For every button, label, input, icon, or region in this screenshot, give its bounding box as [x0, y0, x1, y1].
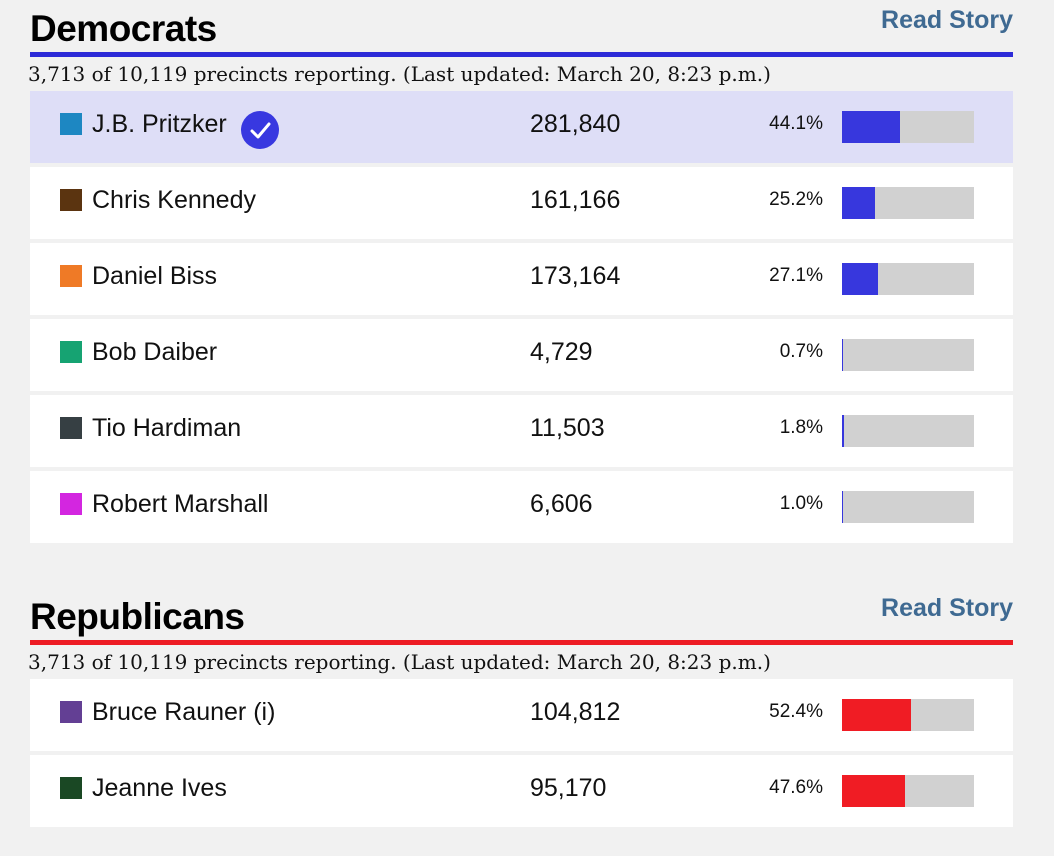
candidate-row: Bruce Rauner (i) 104,812 52.4% [30, 679, 1013, 751]
candidate-percent: 47.6% [769, 777, 823, 798]
read-story-link[interactable]: Read Story [881, 6, 1013, 35]
vote-share-bar [842, 187, 974, 219]
candidate-row: Bob Daiber 4,729 0.7% [30, 319, 1013, 391]
candidate-list: Bruce Rauner (i) 104,812 52.4% Jeanne Ives 9… [30, 679, 1013, 827]
candidate-color-swatch [60, 189, 82, 211]
section-title: Republicans [30, 596, 245, 637]
vote-share-bar [842, 491, 974, 523]
candidate-name: Bob Daiber [92, 338, 218, 366]
candidate-votes: 173,164 [530, 262, 621, 290]
candidate-name: J.B. Pritzker [92, 110, 227, 138]
vote-share-bar-fill [842, 339, 843, 371]
vote-share-bar [842, 415, 974, 447]
candidate-row: Jeanne Ives 95,170 47.6% [30, 755, 1013, 827]
candidate-percent: 52.4% [769, 701, 823, 722]
candidate-percent: 1.0% [779, 493, 823, 514]
candidate-row: Tio Hardiman 11,503 1.8% [30, 395, 1013, 467]
candidate-votes: 95,170 [530, 774, 607, 802]
candidate-percent: 1.8% [779, 417, 823, 438]
candidate-percent: 0.7% [779, 341, 823, 362]
vote-share-bar [842, 263, 974, 295]
vote-share-bar-fill [842, 111, 900, 143]
candidate-votes: 6,606 [530, 490, 593, 518]
section-header: Republicans Read Story [30, 588, 1013, 640]
candidate-percent: 27.1% [769, 265, 823, 286]
candidate-row: Chris Kennedy 161,166 25.2% [30, 167, 1013, 239]
candidate-votes: 281,840 [530, 110, 621, 138]
vote-share-bar [842, 775, 974, 807]
candidate-color-swatch [60, 777, 82, 799]
read-story-link[interactable]: Read Story [881, 594, 1013, 623]
candidate-color-swatch [60, 113, 82, 135]
candidate-votes: 11,503 [530, 414, 605, 442]
republicans-section: Republicans Read Story 3,713 of 10,119 p… [28, 588, 1013, 831]
candidate-color-swatch [60, 341, 82, 363]
vote-share-bar-fill [842, 187, 875, 219]
checkmark-icon [241, 111, 279, 149]
candidate-row: J.B. Pritzker 281,840 44.1% [30, 91, 1013, 163]
candidate-row: Robert Marshall 6,606 1.0% [30, 471, 1013, 543]
candidate-color-swatch [60, 493, 82, 515]
candidate-name: Bruce Rauner (i) [92, 698, 276, 726]
candidate-name: Daniel Biss [92, 262, 218, 290]
candidate-list: J.B. Pritzker 281,840 44.1% Chris Kennedy 16… [30, 91, 1013, 543]
vote-share-bar-fill [842, 775, 905, 807]
precincts-reporting-text: 3,713 of 10,119 precincts reporting. (La… [28, 650, 771, 674]
vote-share-bar [842, 111, 974, 143]
vote-share-bar-fill [842, 491, 843, 523]
vote-share-bar-fill [842, 415, 844, 447]
candidate-name: Robert Marshall [92, 490, 269, 518]
democrats-section: Democrats Read Story 3,713 of 10,119 pre… [28, 0, 1013, 547]
candidate-name: Chris Kennedy [92, 186, 256, 214]
candidate-votes: 104,812 [530, 698, 621, 726]
precincts-reporting-text: 3,713 of 10,119 precincts reporting. (La… [28, 62, 771, 86]
section-header: Democrats Read Story [30, 0, 1013, 52]
candidate-color-swatch [60, 265, 82, 287]
vote-share-bar-fill [842, 263, 878, 295]
candidate-color-swatch [60, 701, 82, 723]
vote-share-bar [842, 339, 974, 371]
vote-share-bar-fill [842, 699, 911, 731]
candidate-name: Jeanne Ives [92, 774, 227, 802]
candidate-votes: 161,166 [530, 186, 621, 214]
candidate-name: Tio Hardiman [92, 414, 242, 442]
candidate-votes: 4,729 [530, 338, 593, 366]
candidate-percent: 25.2% [769, 189, 823, 210]
candidate-color-swatch [60, 417, 82, 439]
vote-share-bar [842, 699, 974, 731]
candidate-row: Daniel Biss 173,164 27.1% [30, 243, 1013, 315]
section-title: Democrats [30, 8, 217, 49]
candidate-percent: 44.1% [769, 113, 823, 134]
